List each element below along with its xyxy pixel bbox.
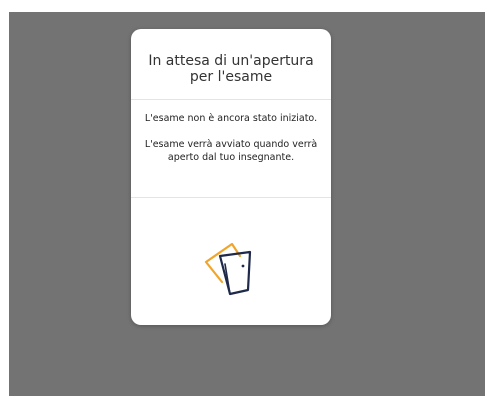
dialog-illustration [131, 198, 331, 324]
dialog-title: In attesa di un'apertura per l'esame [148, 52, 314, 85]
exam-wait-message: L'esame verrà avviato quando verrà apert… [144, 139, 318, 163]
dialog-body: L'esame non è ancora stato iniziato. L'e… [131, 100, 331, 198]
exam-not-started-message: L'esame non è ancora stato iniziato. [144, 113, 318, 124]
open-door-icon [204, 242, 252, 296]
waiting-dialog: In attesa di un'apertura per l'esame L'e… [131, 29, 331, 325]
dialog-header: In attesa di un'apertura per l'esame [131, 29, 331, 100]
